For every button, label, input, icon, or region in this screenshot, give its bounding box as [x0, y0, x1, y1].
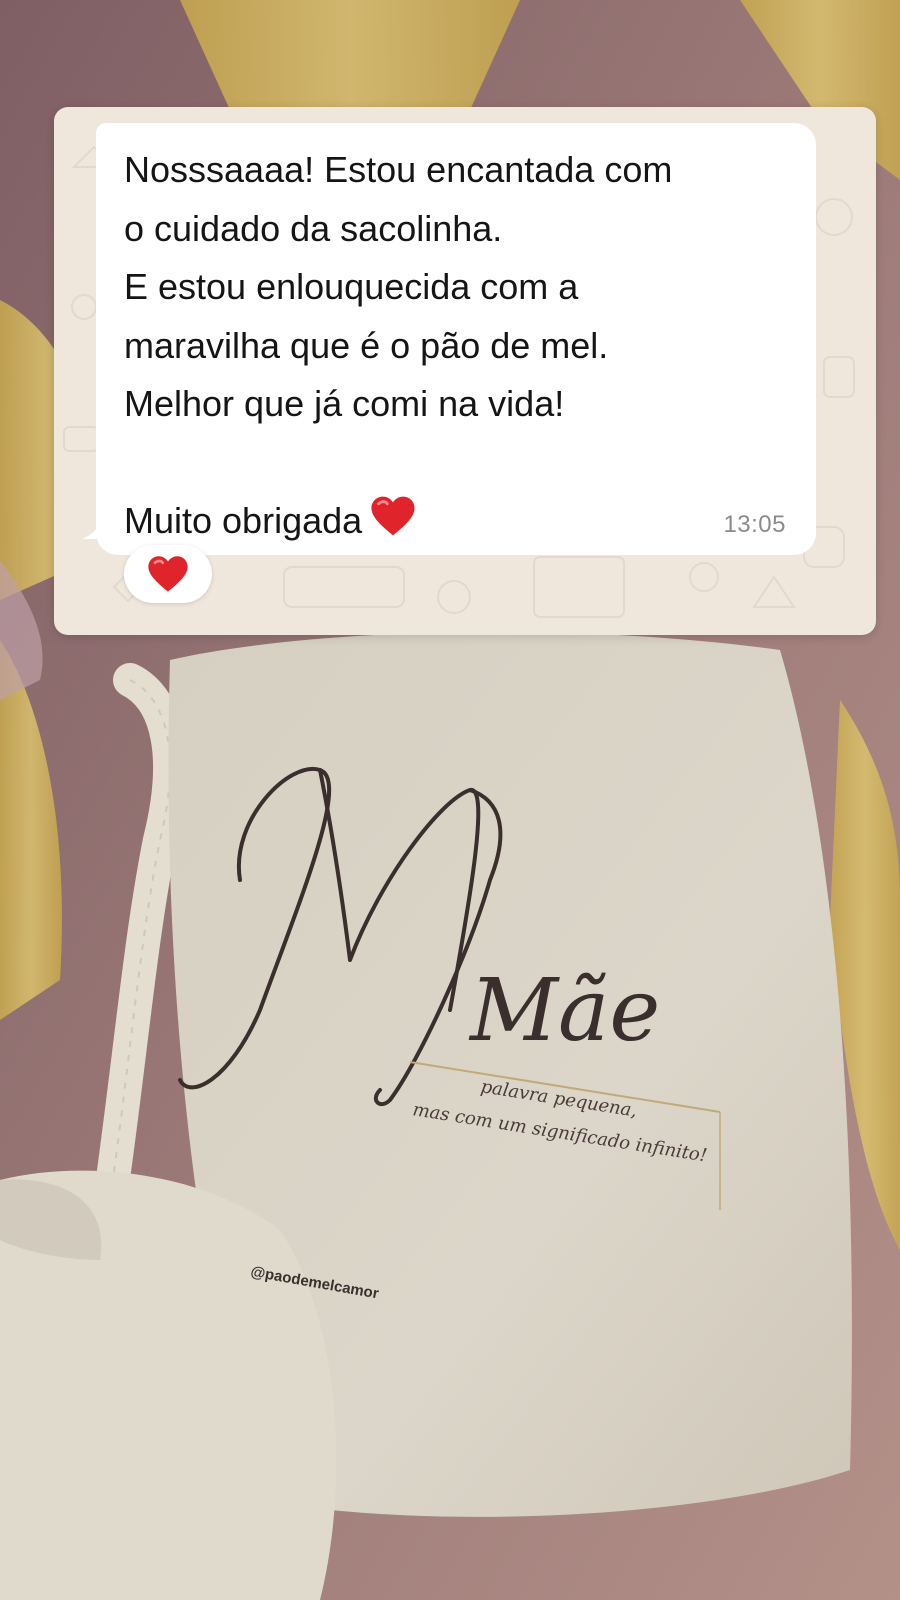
message-timestamp: 13:05: [723, 511, 786, 538]
chat-screenshot-card: Nosssaaaa! Estou encantada com o cuidado…: [54, 107, 876, 635]
message-line: E estou enlouquecida com a: [124, 266, 579, 307]
reaction-badge[interactable]: [124, 545, 212, 603]
heart-icon: [148, 556, 188, 592]
message-closing-text: Muito obrigada: [124, 500, 363, 541]
heart-icon: [371, 496, 415, 536]
message-line: maravilha que é o pão de mel.: [124, 324, 609, 366]
message-line: o cuidado da sacolinha.: [124, 207, 503, 249]
message-line: Nosssaaaa! Estou encantada com: [124, 149, 673, 190]
message-line: [124, 434, 804, 493]
bag-headline: Mãe: [468, 961, 660, 1061]
bubble-tail: [82, 519, 102, 539]
message-text: Nosssaaaa! Estou encantada com o cuidado…: [124, 141, 804, 551]
incoming-message-bubble[interactable]: Nosssaaaa! Estou encantada com o cuidado…: [82, 123, 816, 555]
message-line-closing: Muito obrigada: [124, 492, 804, 551]
message-line: Melhor que já comi na vida!: [124, 383, 565, 424]
